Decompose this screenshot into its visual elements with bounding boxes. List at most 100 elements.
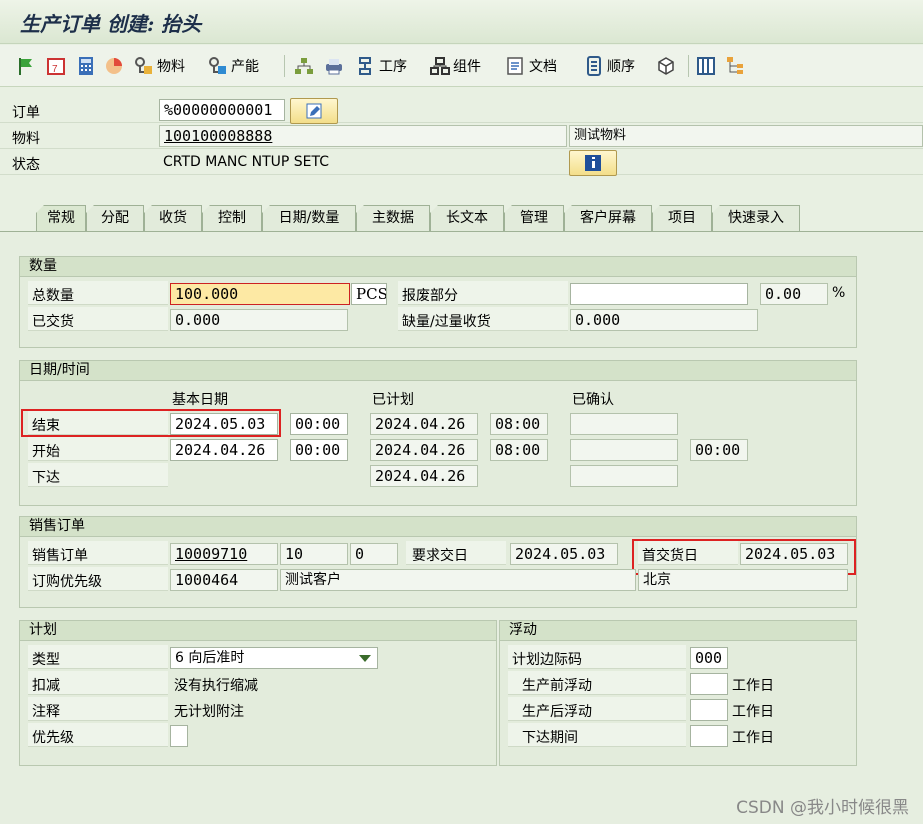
end-basic-time-field[interactable]: 00:00 [290,413,348,435]
tab-customer-screen[interactable]: 客户屏幕 [564,205,652,231]
schedule-line-field: 0 [350,543,398,565]
calendar-button[interactable]: 7 [46,53,66,79]
dates-group: 日期/时间 基本日期 已计划 已确认 结束 2024.05.03 00:00 2… [19,360,857,506]
sold-to-label: 订购优先级 [32,574,102,590]
scrap-field[interactable] [570,283,748,305]
shortage-field: 0.000 [570,309,758,331]
calculator-button[interactable] [76,53,96,79]
highlight-box [21,409,281,437]
object-button[interactable] [656,53,676,79]
print-icon [324,56,344,76]
sequence-button[interactable]: 顺序 [584,53,635,79]
order-label: 订单 [12,105,40,121]
float-after-unit: 工作日 [732,704,774,720]
pencil-icon [304,101,324,121]
start-confirmed-time-field: 00:00 [690,439,748,461]
note-value: 无计划附注 [174,704,244,720]
component-button-label: 组件 [453,59,481,75]
delivered-field: 0.000 [170,309,348,331]
sales-order-label: 销售订单 [32,548,88,564]
tab-master-data[interactable]: 主数据 [356,205,430,231]
flag-icon-button[interactable] [16,53,36,79]
cube-icon [656,56,676,76]
float-after-field[interactable] [690,699,728,721]
material-button[interactable]: 物料 [134,53,185,79]
cost-button[interactable] [104,53,124,79]
title-bar: 生产订单 创建: 抬头 [0,0,923,44]
release-label: 下达 [32,470,60,486]
end-confirmed-date-field [570,413,678,435]
watermark: CSDN @我小时候很黑 [736,798,909,818]
scheduling-type-value: 6 向后准时 [175,650,245,666]
sold-to-field: 1000464 [170,569,278,591]
sales-order-group-title: 销售订单 [20,517,856,537]
tab-project[interactable]: 项目 [652,205,712,231]
release-period-field[interactable] [690,725,728,747]
city-field: 北京 [638,569,848,591]
chevron-down-icon [359,655,371,662]
table-button[interactable] [696,53,716,79]
end-scheduled-date-field: 2024.04.26 [370,413,478,435]
end-scheduled-time-field: 08:00 [490,413,548,435]
total-quantity-label: 总数量 [32,288,74,304]
tab-quick-entry[interactable]: 快速录入 [712,205,800,231]
start-basic-date-field[interactable]: 2024.04.26 [170,439,278,461]
customer-name-field: 测试客户 [280,569,636,591]
sched-margin-field[interactable]: 000 [690,647,728,669]
material-field[interactable]: 100100008888 [159,125,567,147]
sequence-icon [584,56,604,76]
reduction-value: 没有执行缩减 [174,678,258,694]
tab-long-text[interactable]: 长文本 [430,205,504,231]
table-icon [696,56,716,76]
window-title: 生产订单 创建: 抬头 [20,12,202,36]
capacity-icon [208,56,228,76]
document-icon [506,56,526,76]
unit-field[interactable]: PCS [351,283,387,305]
pie-icon [104,56,124,76]
scheduling-type-dropdown[interactable]: 6 向后准时 [170,647,378,669]
toolbar: 7 物料 产能 工序 组件 文档 顺序 [0,45,923,87]
capacity-button[interactable]: 产能 [208,53,259,79]
float-before-label: 生产前浮动 [522,678,592,694]
tab-assignment[interactable]: 分配 [86,205,144,231]
release-scheduled-date-field: 2024.04.26 [370,465,478,487]
operation-button-label: 工序 [379,59,407,75]
planning-group-title: 计划 [20,621,496,641]
tab-administration[interactable]: 管理 [504,205,564,231]
release-confirmed-date-field [570,465,678,487]
sales-order-field[interactable]: 10009710 [170,543,278,565]
tree-button[interactable] [726,53,746,79]
release-period-unit: 工作日 [732,730,774,746]
total-quantity-field[interactable]: 100.000 [170,283,350,305]
status-info-button[interactable] [569,150,617,176]
priority-field[interactable] [170,725,188,747]
status-label: 状态 [12,157,40,173]
start-basic-time-field[interactable]: 00:00 [290,439,348,461]
status-value: CRTD MANC NTUP SETC [163,154,330,170]
material-label: 物料 [12,131,40,147]
float-before-field[interactable] [690,673,728,695]
component-button[interactable]: 组件 [430,53,481,79]
capacity-button-label: 产能 [231,59,259,75]
operation-icon [356,56,376,76]
edit-order-button[interactable] [290,98,338,124]
float-group: 浮动 计划边际码 000 生产前浮动 工作日 生产后浮动 工作日 下达期间 工作… [499,620,857,766]
document-button[interactable]: 文档 [506,53,557,79]
scrap-percent-field[interactable]: 0.00 [760,283,828,305]
tab-general[interactable]: 常规 [36,205,86,231]
hierarchy-button[interactable] [294,53,314,79]
priority-label: 优先级 [32,730,74,746]
confirmed-header: 已确认 [572,392,614,408]
material-description: 测试物料 [569,125,923,147]
tab-dates-quantities[interactable]: 日期/数量 [262,205,356,231]
tab-control[interactable]: 控制 [202,205,262,231]
operation-button[interactable]: 工序 [356,53,407,79]
release-period-label: 下达期间 [522,730,578,746]
tab-goods-receipt[interactable]: 收货 [144,205,202,231]
requested-date-label: 要求交日 [412,548,468,564]
print-button[interactable] [324,53,344,79]
start-label: 开始 [32,444,60,460]
reduction-label: 扣减 [32,678,60,694]
order-row [0,98,923,123]
order-field[interactable]: %00000000001 [159,99,285,121]
